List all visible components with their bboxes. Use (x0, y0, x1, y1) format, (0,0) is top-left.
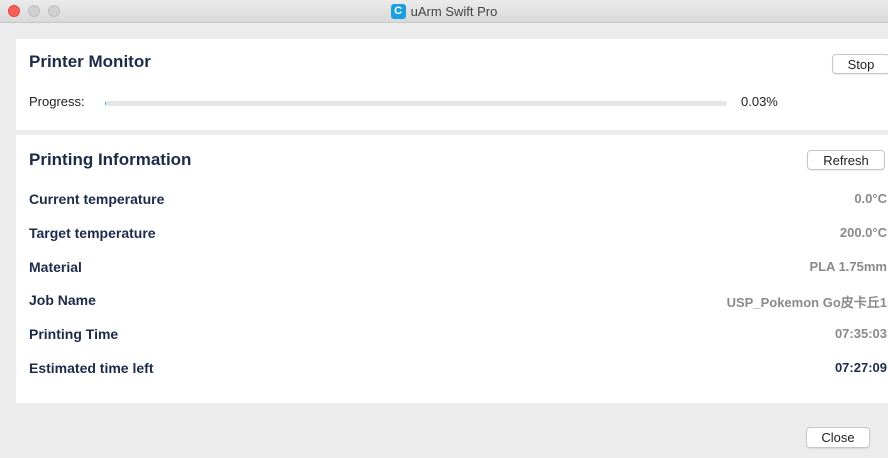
info-value: USP_Pokemon Go皮卡丘1 (726, 295, 887, 310)
info-value: PLA 1.75mm (809, 259, 887, 274)
printer-monitor-heading: Printer Monitor (29, 52, 151, 71)
progress-bar (105, 101, 727, 106)
printer-monitor-panel: Printer Monitor Stop Progress: 0.03% (16, 39, 888, 130)
info-row-job-name: Job Name USP_Pokemon Go皮卡丘1 (16, 292, 888, 312)
window-title-group: C uArm Swift Pro (0, 0, 888, 22)
stop-button[interactable]: Stop (832, 54, 888, 74)
progress-label: Progress: (29, 94, 85, 109)
refresh-button[interactable]: Refresh (807, 150, 885, 170)
info-label: Material (29, 259, 82, 275)
info-label: Target temperature (29, 225, 156, 241)
info-row-estimated-time-left: Estimated time left 07:27:09 (16, 360, 888, 380)
title-bar: C uArm Swift Pro (0, 0, 888, 23)
printing-information-panel: Printing Information Refresh Current tem… (16, 135, 888, 403)
info-label: Job Name (29, 292, 96, 308)
info-label: Estimated time left (29, 360, 154, 376)
window-title: uArm Swift Pro (410, 3, 498, 19)
info-row-printing-time: Printing Time 07:35:03 (16, 326, 888, 346)
info-label: Printing Time (29, 326, 119, 342)
progress-percent: 0.03% (741, 94, 778, 109)
info-label: Current temperature (29, 191, 165, 207)
info-value: 200.0°C (839, 225, 887, 240)
info-row-current-temperature: Current temperature 0.0°C (16, 191, 888, 211)
info-value: 07:35:03 (834, 326, 887, 341)
app-logo-icon: C (390, 3, 406, 19)
info-row-material: Material PLA 1.75mm (16, 259, 888, 279)
info-value: 0.0°C (854, 191, 887, 206)
printing-information-heading: Printing Information (29, 150, 192, 169)
info-value: 07:27:09 (834, 360, 887, 375)
info-row-target-temperature: Target temperature 200.0°C (16, 225, 888, 245)
close-button[interactable]: Close (806, 427, 870, 448)
